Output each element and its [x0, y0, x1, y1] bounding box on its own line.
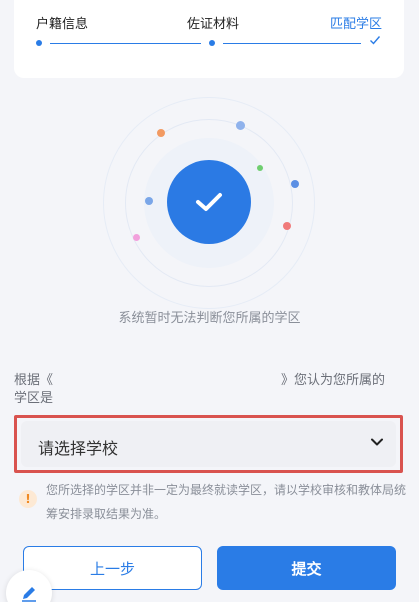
- step-dot-materials: [209, 40, 215, 46]
- decor-dot-pink: [133, 234, 140, 241]
- step-dot-household: [36, 40, 42, 46]
- decor-dot-blue-left: [145, 197, 153, 205]
- chevron-down-icon: [368, 433, 386, 451]
- notice-text: 您所选择的学区并非一定为最终就读学区，请以学校审核和教体局统筹安排录取结果为准。: [46, 483, 407, 521]
- decor-dot-blue-top: [236, 121, 245, 130]
- step-indicator: 户籍信息 佐证材料 匹配学区: [14, 0, 404, 78]
- prompt-line2: 学区是: [14, 391, 54, 406]
- decor-dot-green: [257, 165, 263, 171]
- submit-button[interactable]: 提交: [217, 546, 396, 590]
- step-check-icon: [369, 34, 381, 49]
- district-prompt: 根据《 》您认为您所属的 学区是: [14, 372, 400, 408]
- school-select-value: 请选择学校: [38, 439, 119, 458]
- decor-dot-red: [283, 222, 291, 230]
- school-select[interactable]: 请选择学校: [21, 421, 396, 467]
- school-select-highlight: 请选择学校: [14, 415, 403, 473]
- pencil-icon: [22, 587, 36, 602]
- prompt-prefix: 根据《: [14, 373, 54, 388]
- status-message: 系统暂时无法判断您所属的学区: [118, 311, 301, 326]
- step-line-1: [50, 42, 201, 44]
- step-label-household: 户籍信息: [36, 17, 89, 32]
- step-label-materials: 佐证材料: [187, 17, 240, 32]
- prompt-suffix: 》您认为您所属的: [281, 373, 386, 388]
- exclamation-icon: !: [19, 490, 37, 508]
- step-label-school-district: 匹配学区: [330, 17, 383, 32]
- decor-dot-orange: [157, 129, 165, 137]
- checkmark-icon: [167, 160, 251, 244]
- step-line-2: [223, 42, 361, 44]
- decor-dot-blue-right: [291, 180, 299, 188]
